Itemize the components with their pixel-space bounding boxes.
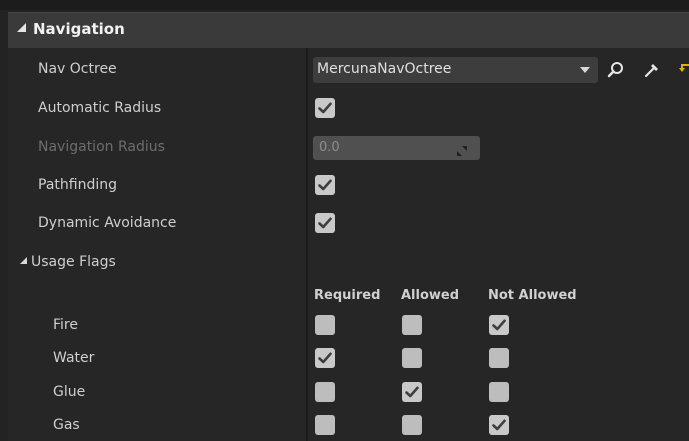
navigation-radius-label: Navigation Radius — [38, 139, 165, 155]
glue-allowed-checkbox[interactable] — [402, 382, 422, 402]
water-not-allowed-checkbox[interactable] — [489, 348, 509, 368]
gas-allowed-checkbox[interactable] — [402, 415, 422, 435]
gas-required-checkbox[interactable] — [315, 415, 335, 435]
details-panel: Navigation Nav Octree MercunaNavOctree A… — [0, 0, 689, 441]
usage-flag-row-label: Glue — [53, 384, 86, 400]
reset-arrow-icon[interactable] — [678, 62, 689, 82]
column-header-required: Required — [314, 288, 381, 303]
collapse-triangle-icon[interactable] — [17, 23, 26, 32]
pathfinding-label: Pathfinding — [38, 177, 117, 193]
fire-allowed-checkbox[interactable] — [402, 315, 422, 335]
nav-octree-label: Nav Octree — [38, 61, 117, 77]
column-header-not-allowed: Not Allowed — [488, 288, 577, 303]
checkmark-icon — [405, 386, 419, 398]
usage-flags-collapse-triangle-icon[interactable] — [20, 257, 27, 264]
chevron-down-icon — [580, 67, 590, 73]
checkmark-icon — [318, 352, 332, 364]
section-title: Navigation — [33, 20, 125, 38]
search-icon[interactable] — [607, 61, 625, 83]
glue-not-allowed-checkbox[interactable] — [489, 382, 509, 402]
checkmark-icon — [492, 419, 506, 431]
navigation-radius-value: 0.0 — [319, 140, 340, 155]
eyedropper-icon[interactable] — [643, 61, 661, 83]
checkmark-icon — [318, 102, 332, 114]
automatic-radius-checkbox[interactable] — [315, 98, 335, 118]
expand-arrows-icon — [456, 142, 468, 161]
checkmark-icon — [318, 179, 332, 191]
checkmark-icon — [318, 217, 332, 229]
pathfinding-checkbox[interactable] — [315, 175, 335, 195]
nav-octree-value: MercunaNavOctree — [317, 61, 452, 77]
water-required-checkbox[interactable] — [315, 348, 335, 368]
panel-top-edge — [0, 0, 689, 10]
usage-flag-row-label: Fire — [53, 317, 78, 333]
usage-flags-label: Usage Flags — [31, 254, 116, 270]
usage-flag-row-label: Water — [53, 350, 95, 366]
column-header-allowed: Allowed — [401, 288, 460, 303]
automatic-radius-label: Automatic Radius — [38, 100, 162, 116]
fire-required-checkbox[interactable] — [315, 315, 335, 335]
glue-required-checkbox[interactable] — [315, 382, 335, 402]
checkmark-icon — [492, 319, 506, 331]
water-allowed-checkbox[interactable] — [402, 348, 422, 368]
fire-not-allowed-checkbox[interactable] — [489, 315, 509, 335]
navigation-section-header[interactable]: Navigation — [8, 12, 689, 48]
dynamic-avoidance-label: Dynamic Avoidance — [38, 215, 177, 231]
gas-not-allowed-checkbox[interactable] — [489, 415, 509, 435]
dynamic-avoidance-checkbox[interactable] — [315, 213, 335, 233]
navigation-radius-input[interactable]: 0.0 — [313, 136, 480, 160]
usage-flag-row-label: Gas — [53, 417, 80, 433]
nav-octree-combo[interactable]: MercunaNavOctree — [313, 57, 598, 83]
